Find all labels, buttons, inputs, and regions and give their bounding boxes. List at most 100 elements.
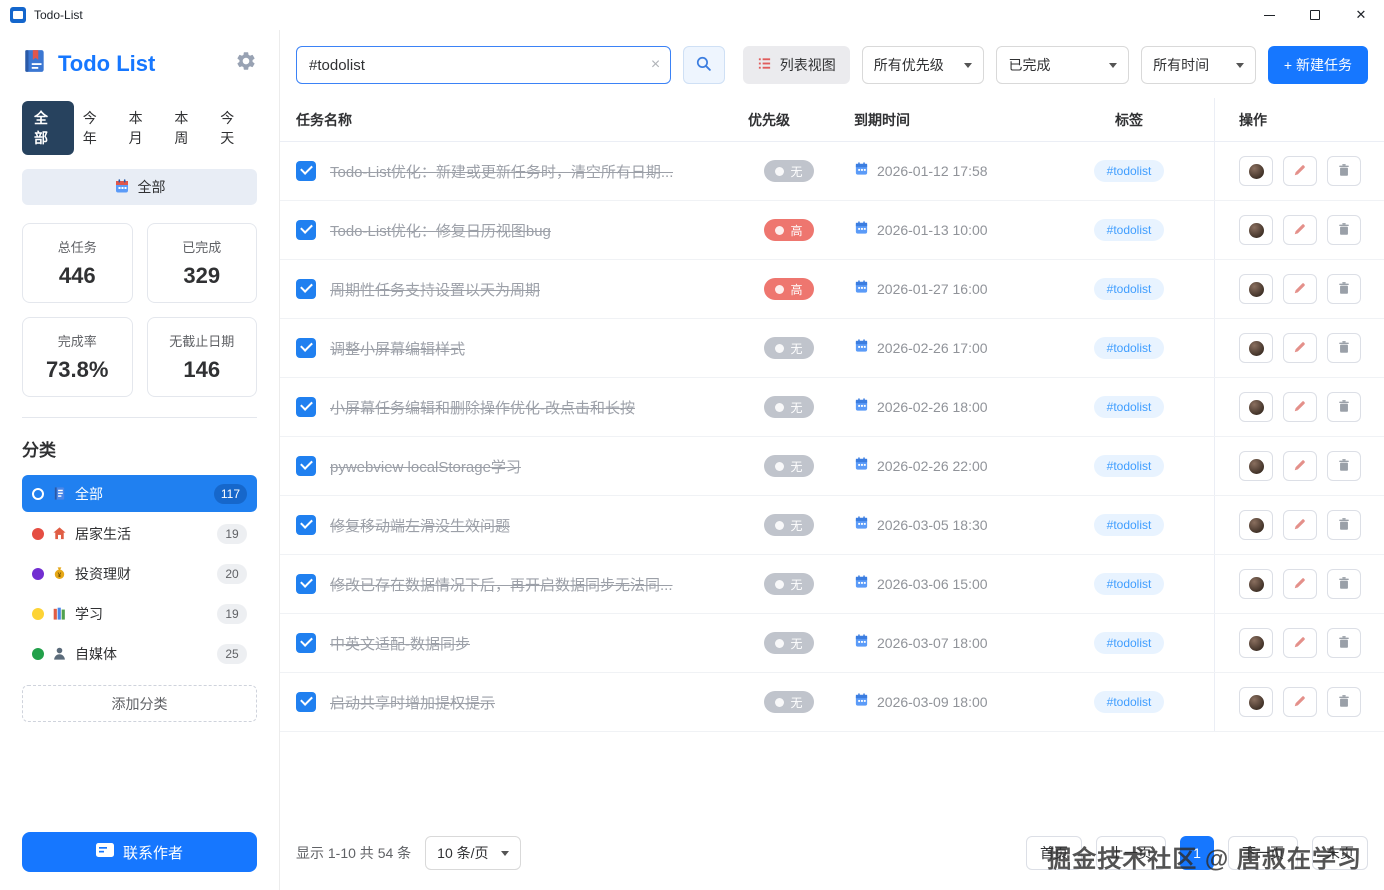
detail-icon	[1249, 282, 1264, 297]
delete-button[interactable]	[1327, 451, 1361, 481]
task-checkbox[interactable]	[296, 397, 316, 417]
priority-label: 无	[790, 517, 802, 534]
task-tag[interactable]: #todolist	[1094, 160, 1165, 182]
delete-button[interactable]	[1327, 628, 1361, 658]
time-filter-select[interactable]: 所有时间	[1141, 46, 1256, 84]
task-tag[interactable]: #todolist	[1094, 573, 1165, 595]
task-tag[interactable]: #todolist	[1094, 632, 1165, 654]
time-tab[interactable]: 全部	[22, 101, 74, 155]
category-item[interactable]: 全部 117	[22, 475, 257, 512]
status-filter-select[interactable]: 已完成	[996, 46, 1129, 84]
detail-icon	[1249, 695, 1264, 710]
contact-author-button[interactable]: 联系作者	[22, 832, 257, 872]
task-checkbox[interactable]	[296, 279, 316, 299]
task-tag[interactable]: #todolist	[1094, 337, 1165, 359]
task-checkbox[interactable]	[296, 220, 316, 240]
task-tag[interactable]: #todolist	[1094, 396, 1165, 418]
table-row: 中英文适配-数据同步 无 2026-03-07 18:00 #todolist	[280, 614, 1384, 673]
edit-button[interactable]	[1283, 510, 1317, 540]
trash-icon	[1337, 694, 1351, 711]
detail-button[interactable]	[1239, 156, 1273, 186]
search-button[interactable]	[683, 46, 725, 84]
current-page-button[interactable]: 1	[1180, 836, 1214, 870]
maximize-button[interactable]	[1292, 0, 1338, 30]
priority-filter-value: 所有优先级	[874, 55, 944, 75]
page-size-select[interactable]: 10 条/页	[425, 836, 521, 870]
task-tag[interactable]: #todolist	[1094, 514, 1165, 536]
edit-button[interactable]	[1283, 628, 1317, 658]
delete-button[interactable]	[1327, 569, 1361, 599]
edit-button[interactable]	[1283, 569, 1317, 599]
delete-button[interactable]	[1327, 215, 1361, 245]
category-item[interactable]: 学习 19	[22, 595, 257, 632]
edit-button[interactable]	[1283, 274, 1317, 304]
priority-pill: 无	[764, 337, 813, 359]
close-button[interactable]: ✕	[1338, 0, 1384, 30]
detail-button[interactable]	[1239, 392, 1273, 422]
priority-pill: 无	[764, 455, 813, 477]
edit-button[interactable]	[1283, 687, 1317, 717]
edit-button[interactable]	[1283, 215, 1317, 245]
time-tab[interactable]: 本周	[165, 101, 211, 155]
search-input[interactable]	[296, 46, 671, 84]
category-item[interactable]: 自媒体 25	[22, 635, 257, 672]
task-tag[interactable]: #todolist	[1094, 691, 1165, 713]
chevron-down-icon	[501, 851, 509, 856]
delete-button[interactable]	[1327, 274, 1361, 304]
category-label: 学习	[75, 604, 209, 624]
new-task-button[interactable]: + 新建任务	[1268, 46, 1368, 84]
priority-filter-select[interactable]: 所有优先级	[862, 46, 985, 84]
task-checkbox[interactable]	[296, 161, 316, 181]
edit-button[interactable]	[1283, 392, 1317, 422]
priority-pill: 无	[764, 573, 813, 595]
last-page-button[interactable]: 末页	[1312, 836, 1368, 870]
task-tag[interactable]: #todolist	[1094, 455, 1165, 477]
detail-button[interactable]	[1239, 215, 1273, 245]
delete-button[interactable]	[1327, 156, 1361, 186]
minimize-button[interactable]	[1246, 0, 1292, 30]
edit-button[interactable]	[1283, 156, 1317, 186]
task-checkbox[interactable]	[296, 456, 316, 476]
edit-button[interactable]	[1283, 333, 1317, 363]
task-tag[interactable]: #todolist	[1094, 219, 1165, 241]
category-item[interactable]: ¥ 投资理财 20	[22, 555, 257, 592]
delete-button[interactable]	[1327, 333, 1361, 363]
next-page-button[interactable]: 下一页	[1228, 836, 1298, 870]
task-checkbox[interactable]	[296, 515, 316, 535]
category-item[interactable]: 居家生活 19	[22, 515, 257, 552]
task-checkbox[interactable]	[296, 338, 316, 358]
table-header: 任务名称优先级到期时间标签操作	[280, 98, 1384, 142]
category-count-badge: 19	[217, 604, 247, 624]
delete-button[interactable]	[1327, 392, 1361, 422]
time-tab[interactable]: 今年	[74, 101, 120, 155]
stat-value: 73.8%	[46, 357, 108, 383]
detail-button[interactable]	[1239, 333, 1273, 363]
detail-button[interactable]	[1239, 569, 1273, 599]
settings-button[interactable]	[235, 50, 257, 77]
pencil-icon	[1293, 163, 1307, 180]
add-category-button[interactable]: 添加分类	[22, 685, 257, 722]
detail-icon	[1249, 636, 1264, 651]
first-page-button[interactable]: 首页	[1026, 836, 1082, 870]
detail-button[interactable]	[1239, 687, 1273, 717]
date-filter-button[interactable]: 全部	[22, 169, 257, 205]
prev-page-button[interactable]: 上一页	[1096, 836, 1166, 870]
edit-button[interactable]	[1283, 451, 1317, 481]
task-checkbox[interactable]	[296, 633, 316, 653]
delete-button[interactable]	[1327, 510, 1361, 540]
clear-search-icon[interactable]: ×	[651, 57, 660, 73]
task-checkbox[interactable]	[296, 692, 316, 712]
detail-button[interactable]	[1239, 274, 1273, 304]
task-name: 启动共享时增加提权提示	[330, 692, 495, 713]
detail-icon	[1249, 400, 1264, 415]
task-tag[interactable]: #todolist	[1094, 278, 1165, 300]
list-view-button[interactable]: 列表视图	[743, 46, 850, 84]
delete-button[interactable]	[1327, 687, 1361, 717]
detail-button[interactable]	[1239, 628, 1273, 658]
time-tab[interactable]: 今天	[211, 101, 257, 155]
detail-button[interactable]	[1239, 451, 1273, 481]
task-checkbox[interactable]	[296, 574, 316, 594]
calendar-icon	[854, 633, 869, 653]
time-tab[interactable]: 本月	[120, 101, 166, 155]
detail-button[interactable]	[1239, 510, 1273, 540]
